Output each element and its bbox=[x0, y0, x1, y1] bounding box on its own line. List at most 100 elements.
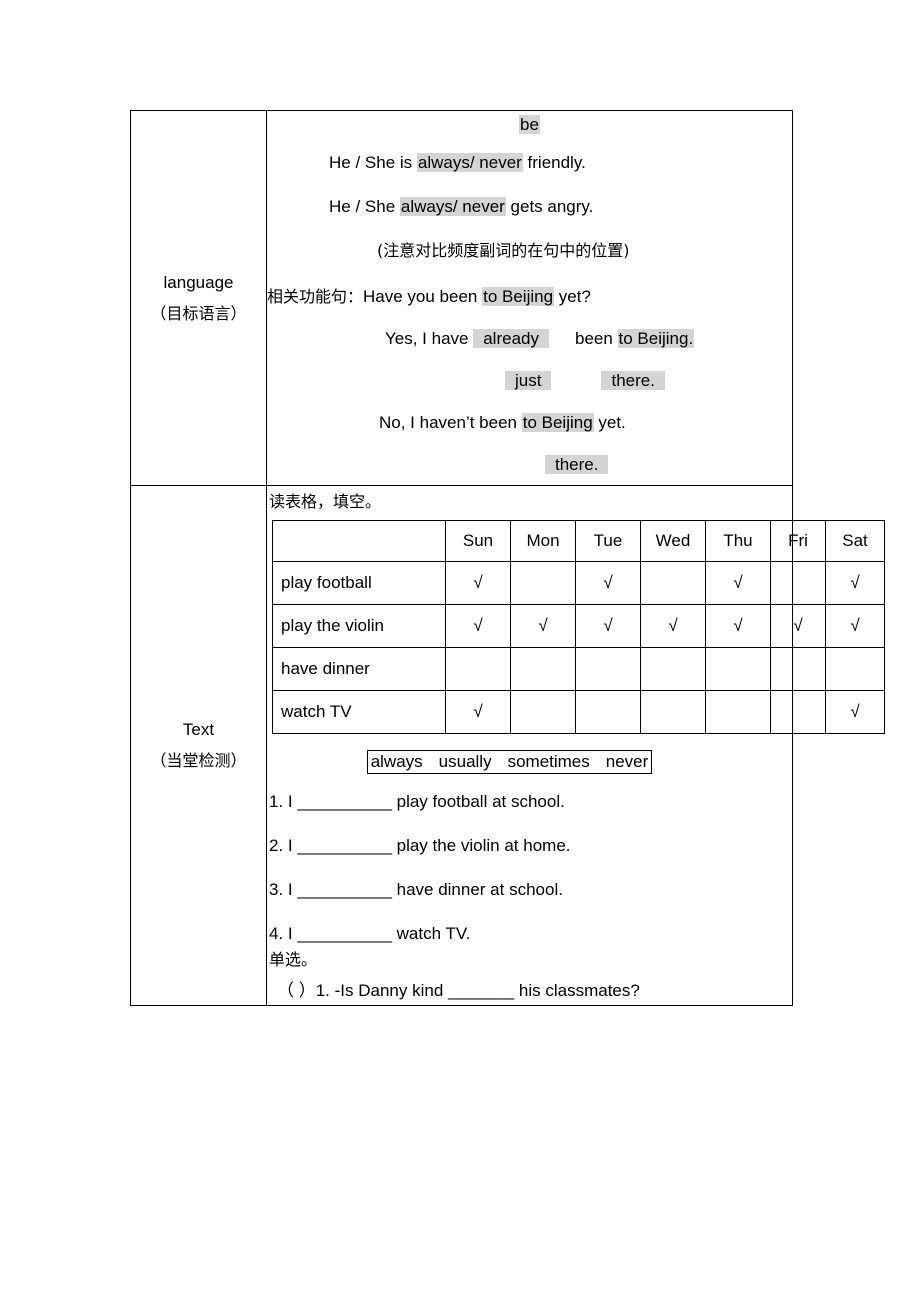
answer-negative-alt: there. bbox=[267, 455, 792, 475]
cell-check: √ bbox=[825, 561, 885, 605]
answer-1-middle: been bbox=[574, 329, 618, 348]
header-day-sat: Sat bbox=[825, 520, 885, 562]
answer-1-highlight-place: to Beijing. bbox=[617, 329, 695, 348]
question-prefix: Have you been bbox=[363, 287, 483, 306]
fill-question-2: 2. I __________ play the violin at home. bbox=[269, 836, 571, 855]
row-label-language-cn: （目标语言） bbox=[150, 303, 247, 323]
cell-check bbox=[640, 690, 706, 734]
cell-check: √ bbox=[825, 690, 885, 734]
table-row: watch TV √ √ bbox=[272, 690, 885, 734]
answer-3-suffix: yet. bbox=[593, 413, 626, 432]
word-bank-container: always usually sometimes never bbox=[267, 750, 792, 774]
cell-check: √ bbox=[825, 604, 885, 648]
cell-check bbox=[510, 690, 576, 734]
sentence-1-prefix: He / She is bbox=[329, 153, 417, 172]
fill-question-4: 4. I __________ watch TV. bbox=[269, 924, 471, 943]
row-label-language: language （目标语言） bbox=[130, 110, 267, 486]
cell-check bbox=[770, 561, 826, 605]
cell-check: √ bbox=[445, 561, 511, 605]
word-bank-item-never: never bbox=[605, 752, 649, 771]
answer-affirmative-alt: just there. bbox=[267, 371, 792, 391]
header-day-wed: Wed bbox=[640, 520, 706, 562]
cell-check: √ bbox=[445, 604, 511, 648]
table-row: play the violin √ √ √ √ √ √ √ bbox=[272, 604, 885, 648]
cell-check bbox=[705, 690, 771, 734]
cell-check: √ bbox=[575, 561, 641, 605]
cell-check bbox=[825, 647, 885, 691]
answer-1-highlight-already: already bbox=[473, 329, 549, 348]
answer-2-highlight-there: there. bbox=[601, 371, 665, 390]
function-sentence-label: 相关功能句： bbox=[267, 287, 364, 306]
cell-check bbox=[770, 690, 826, 734]
cell-check: √ bbox=[445, 690, 511, 734]
cell-check bbox=[640, 647, 706, 691]
answer-2-highlight-just: just bbox=[505, 371, 552, 390]
sentence-1-highlight: always/ never bbox=[416, 153, 523, 172]
lesson-plan-table: language （目标语言） be He / She is always/ n… bbox=[130, 110, 885, 1006]
question-suffix: yet? bbox=[554, 287, 591, 306]
word-bank-item-sometimes: sometimes bbox=[507, 752, 590, 771]
cell-check bbox=[510, 647, 576, 691]
cell-check bbox=[510, 561, 576, 605]
question-highlight: to Beijing bbox=[482, 287, 555, 306]
sentence-2-suffix: gets angry. bbox=[505, 197, 594, 216]
answer-3-prefix: No, I haven’t been bbox=[379, 413, 522, 432]
cell-check: √ bbox=[510, 604, 576, 648]
sentence-1-suffix: friendly. bbox=[522, 153, 586, 172]
table-header-row: Sun Mon Tue Wed Thu Fri Sat bbox=[272, 520, 885, 562]
activity-name: play the violin bbox=[272, 604, 446, 648]
weekly-activity-table: Sun Mon Tue Wed Thu Fri Sat play footbal… bbox=[272, 520, 885, 734]
multiple-choice-instruction: 单选。 bbox=[269, 950, 318, 969]
text-content: 读表格，填空。 Sun Mon Tue Wed Thu Fri Sat play… bbox=[267, 488, 885, 1001]
row-content-language: be He / She is always/ never friendly. H… bbox=[266, 110, 793, 486]
row-label-language-en: language bbox=[163, 272, 234, 292]
cell-check: √ bbox=[705, 561, 771, 605]
header-corner-cell bbox=[272, 520, 446, 562]
sentence-2-prefix: He / She bbox=[329, 197, 400, 216]
activity-name: watch TV bbox=[272, 690, 446, 734]
cell-check: √ bbox=[575, 604, 641, 648]
answer-4-highlight-there: there. bbox=[545, 455, 609, 474]
header-day-fri: Fri bbox=[770, 520, 826, 562]
target-verb: be bbox=[519, 115, 540, 134]
word-bank-item-always: always bbox=[370, 752, 423, 771]
answer-negative: No, I haven’t been to Beijing yet. bbox=[267, 413, 792, 433]
row-label-text: Text （当堂检测） bbox=[130, 485, 267, 1006]
header-day-tue: Tue bbox=[575, 520, 641, 562]
row-content-text: 读表格，填空。 Sun Mon Tue Wed Thu Fri Sat play… bbox=[266, 485, 885, 1006]
grammar-note: (注意对比频度副词的在句中的位置) bbox=[377, 241, 630, 260]
table-row-language: language （目标语言） be He / She is always/ n… bbox=[130, 110, 793, 486]
word-bank-item-usually: usually bbox=[438, 752, 492, 771]
document-page: language （目标语言） be He / She is always/ n… bbox=[0, 0, 920, 1302]
word-bank: always usually sometimes never bbox=[366, 750, 653, 774]
multiple-choice-question-1: （ ）1. -Is Danny kind _______ his classma… bbox=[277, 981, 640, 1000]
cell-check: √ bbox=[640, 604, 706, 648]
function-question-line: 相关功能句：Have you been to Beijing yet? bbox=[267, 283, 792, 307]
example-sentence-2: He / She always/ never gets angry. bbox=[267, 197, 792, 217]
header-day-thu: Thu bbox=[705, 520, 771, 562]
activity-name: play football bbox=[272, 561, 446, 605]
cell-check bbox=[445, 647, 511, 691]
cell-check: √ bbox=[705, 604, 771, 648]
row-label-text-cn: （当堂检测） bbox=[150, 751, 247, 771]
activity-name: have dinner bbox=[272, 647, 446, 691]
cell-check: √ bbox=[770, 604, 826, 648]
answer-1-prefix: Yes, I have bbox=[385, 329, 474, 348]
table-row: play football √ √ √ √ bbox=[272, 561, 885, 605]
header-day-sun: Sun bbox=[445, 520, 511, 562]
cell-check bbox=[770, 647, 826, 691]
language-content: be He / She is always/ never friendly. H… bbox=[267, 115, 792, 475]
answer-affirmative: Yes, I have already been to Beijing. bbox=[267, 329, 792, 349]
cell-check bbox=[575, 690, 641, 734]
table-row: have dinner bbox=[272, 647, 885, 691]
cell-check bbox=[575, 647, 641, 691]
cell-check bbox=[705, 647, 771, 691]
cell-check bbox=[640, 561, 706, 605]
table-row-text: Text （当堂检测） 读表格，填空。 Sun Mon Tue Wed Thu … bbox=[130, 485, 885, 1006]
exercise-instruction: 读表格，填空。 bbox=[269, 492, 382, 511]
row-label-text-en: Text bbox=[182, 720, 215, 740]
target-verb-line: be bbox=[267, 115, 792, 135]
sentence-2-highlight: always/ never bbox=[399, 197, 506, 216]
fill-question-1: 1. I __________ play football at school. bbox=[269, 792, 565, 811]
fill-question-3: 3. I __________ have dinner at school. bbox=[269, 880, 563, 899]
